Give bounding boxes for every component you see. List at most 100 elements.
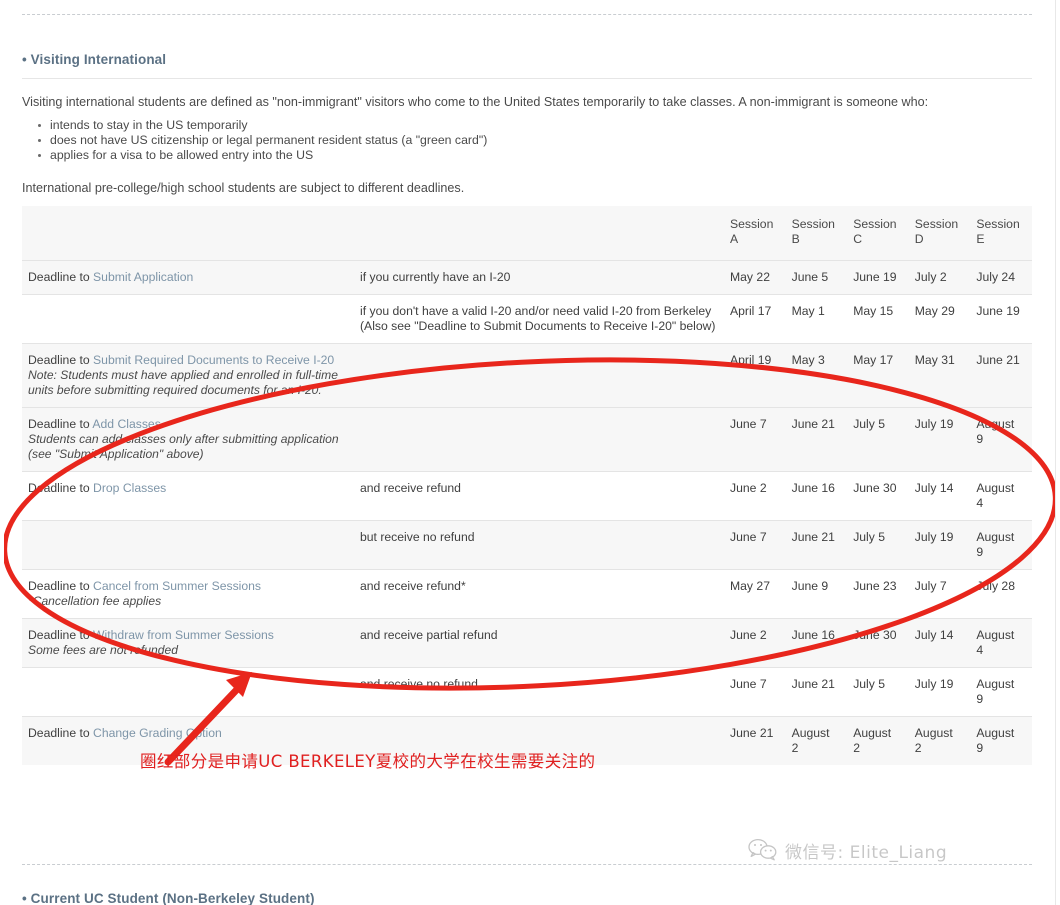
deadline-label-prefix: Deadline to — [28, 270, 94, 284]
condition-cell — [354, 344, 724, 408]
date-cell-session-b: June 21 — [791, 530, 835, 544]
section-heading-current-uc-student: • Current UC Student (Non-Berkeley Stude… — [22, 891, 315, 905]
date-cell-session-a: June 2 — [730, 481, 767, 495]
date-cell-session-e: June 21 — [976, 353, 1020, 367]
date-cell-session-a: April 17 — [730, 304, 772, 318]
deadline-label-link[interactable]: Add Classes — [92, 417, 160, 431]
intro-paragraph: Visiting international students are defi… — [22, 95, 929, 109]
deadline-label-link[interactable]: Drop Classes — [93, 481, 166, 495]
date-cell-session-c: June 19 — [853, 270, 897, 284]
deadline-label-link[interactable]: Change Grading Option — [93, 726, 222, 740]
date-cell-session-c: July 5 — [853, 677, 886, 691]
table-row: if you don't have a valid I-20 and/or ne… — [22, 294, 1032, 344]
intro-bullet-list: intends to stay in the US temporarily do… — [22, 118, 1030, 163]
date-cell-session-a: June 2 — [730, 628, 767, 642]
deadline-label-note: *Cancellation fee applies — [28, 594, 162, 608]
condition-cell: and receive partial refund — [360, 628, 498, 642]
date-cell-session-c: May 17 — [853, 353, 894, 367]
date-cell-session-a: June 7 — [730, 530, 767, 544]
date-cell-session-a: June 7 — [730, 677, 767, 691]
date-cell-session-d: July 19 — [914, 677, 954, 691]
top-divider — [22, 14, 1032, 15]
deadline-label-link[interactable]: Withdraw from Summer Sessions — [93, 628, 274, 642]
table-row: Deadline to Drop Classes and receive refu… — [22, 471, 1032, 521]
page-left-edge — [0, 0, 4, 905]
date-cell-session-d: July 7 — [914, 579, 947, 593]
watermark-text: 微信号: Elite_Liang — [785, 843, 948, 863]
deadline-label-cell: Deadline to Cancel from Summer Sessions *… — [22, 570, 354, 619]
date-cell-session-d: July 2 — [914, 270, 947, 284]
page-root: • Visiting International Visiting intern… — [0, 0, 1060, 905]
deadline-label-cell — [22, 521, 354, 570]
date-cell-session-d: July 19 — [914, 530, 954, 544]
date-cell-session-b: June 9 — [791, 579, 829, 593]
date-cell-session-a: May 22 — [730, 270, 770, 284]
column-header-session-c: Session C — [853, 217, 897, 246]
deadline-label-cell: Deadline to Submit Application — [22, 261, 354, 295]
table-row: Deadline to Submit Required Documents to… — [22, 343, 1032, 408]
date-cell-session-e: August 4 — [976, 481, 1015, 510]
table-row: and receive no refund June 7 June 21 July 5… — [22, 667, 1032, 717]
date-cell-session-c: June 23 — [853, 579, 897, 593]
date-cell-session-c: August 2 — [853, 726, 892, 755]
table-row: Deadline to Withdraw from Summer Session… — [22, 618, 1032, 668]
date-cell-session-b: June 16 — [791, 481, 835, 495]
deadline-label-link[interactable]: Submit Required Documents to Receive I-2… — [93, 353, 334, 367]
date-cell-session-a: May 27 — [730, 579, 770, 593]
table-row: but receive no refund June 7 June 21 July 5… — [22, 520, 1032, 570]
heading-underline — [22, 78, 1032, 79]
deadline-label-cell: Deadline to Drop Classes — [22, 472, 354, 521]
intro-tail-note: International pre-college/high school st… — [22, 181, 465, 195]
condition-cell: if you currently have an I-20 — [360, 270, 511, 284]
deadlines-table: Session A Session B Session C Session D … — [22, 206, 1032, 765]
deadline-label-link[interactable]: Submit Application — [93, 270, 193, 284]
chinese-annotation-text: 圈红部分是申请UC BERKELEY夏校的大学在校生需要关注的 — [140, 752, 596, 771]
date-cell-session-d: July 19 — [914, 417, 954, 431]
date-cell-session-b: June 21 — [791, 417, 835, 431]
date-cell-session-e: June 19 — [976, 304, 1020, 318]
condition-cell: and receive refund — [360, 481, 461, 495]
table-row: Deadline to Add Classes Students can add … — [22, 407, 1032, 472]
table-row: Deadline to Cancel from Summer Sessions *… — [22, 569, 1032, 619]
bottom-divider — [22, 864, 1032, 865]
list-item: does not have US citizenship or legal pe… — [38, 133, 1030, 148]
deadline-label-cell — [22, 295, 354, 344]
column-header-condition — [354, 206, 724, 261]
column-header-session-a: Session A — [730, 217, 774, 246]
deadline-label-cell: Deadline to Add Classes Students can add … — [22, 408, 354, 472]
date-cell-session-d: July 14 — [914, 481, 954, 495]
date-cell-session-e: August 9 — [976, 726, 1015, 755]
wechat-icon — [748, 838, 777, 861]
deadline-label-link[interactable]: Cancel from Summer Sessions — [93, 579, 261, 593]
condition-cell: if you don't have a valid I-20 and/or ne… — [360, 304, 716, 333]
list-item: applies for a visa to be allowed entry i… — [38, 148, 1030, 163]
date-cell-session-c: May 15 — [853, 304, 894, 318]
date-cell-session-a: June 7 — [730, 417, 767, 431]
deadline-label-prefix: Deadline to — [28, 579, 94, 593]
date-cell-session-d: August 2 — [914, 726, 953, 755]
date-cell-session-e: July 24 — [976, 270, 1015, 284]
date-cell-session-e: August 4 — [976, 628, 1015, 657]
table-body: Deadline to Submit Application if you cur… — [22, 260, 1032, 765]
date-cell-session-e: July 28 — [976, 579, 1015, 593]
deadline-label-cell — [22, 668, 354, 717]
deadline-label-cell: Deadline to Submit Required Documents to… — [22, 344, 354, 408]
intro-block: Visiting international students are defi… — [22, 94, 1030, 163]
deadline-label-prefix: Deadline to — [28, 726, 94, 740]
column-header-session-d: Session D — [914, 217, 959, 246]
date-cell-session-e: August 9 — [976, 677, 1015, 706]
date-cell-session-d: May 29 — [914, 304, 955, 318]
date-cell-session-b: June 21 — [791, 677, 835, 691]
date-cell-session-b: May 3 — [791, 353, 825, 367]
deadline-label-cell: Deadline to Withdraw from Summer Session… — [22, 619, 354, 668]
date-cell-session-d: July 14 — [914, 628, 954, 642]
wechat-watermark: 微信号: Elite_Liang — [748, 838, 947, 863]
table-header-row: Session A Session B Session C Session D … — [22, 206, 1032, 261]
date-cell-session-b: June 16 — [791, 628, 835, 642]
deadline-label-note: Note: Students must have applied and enr… — [28, 368, 338, 397]
condition-cell: but receive no refund — [360, 530, 475, 544]
table-header: Session A Session B Session C Session D … — [22, 206, 1032, 261]
date-cell-session-d: May 31 — [914, 353, 955, 367]
date-cell-session-b: May 1 — [791, 304, 825, 318]
condition-cell — [354, 408, 724, 472]
